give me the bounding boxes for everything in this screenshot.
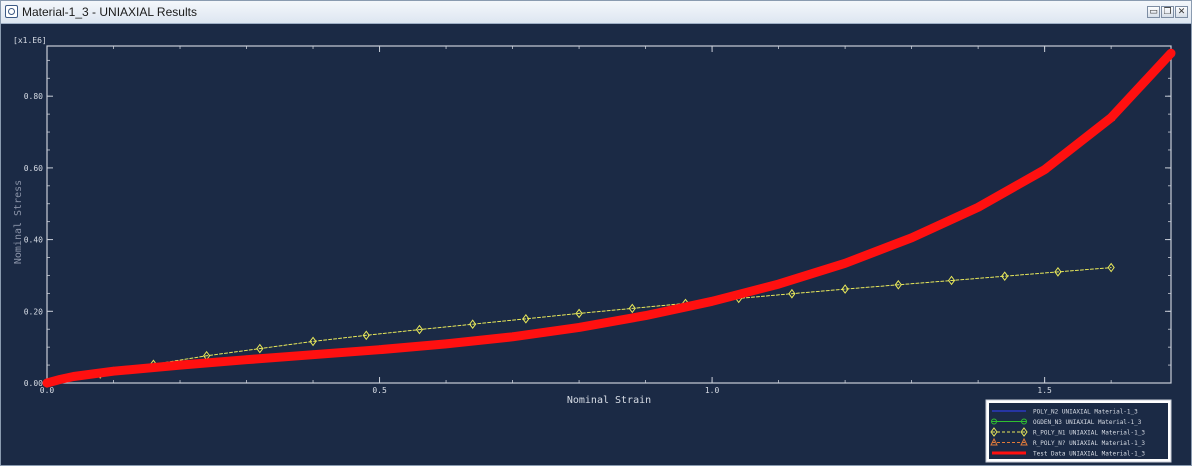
series-line-2 <box>46 52 1172 384</box>
y-tick-label: 0.40 <box>24 236 43 245</box>
y-tick-label: 0.80 <box>24 92 43 101</box>
series-line-4 <box>46 52 1172 384</box>
plot-frame <box>46 45 1172 384</box>
plot-border <box>46 45 1172 384</box>
axis-ticks: 0.0 0.5 1.0 1.50.000.200.400.600.80 <box>24 46 1171 395</box>
y-tick-label: 0.20 <box>24 307 43 316</box>
title-bar[interactable]: Material-1_3 - UNIAXIAL Results ▭ ❐ ✕ <box>1 1 1191 24</box>
x-tick-label: 1.5 <box>1037 386 1052 395</box>
plot-series <box>42 48 1176 388</box>
legend-entry-label: R_POLY_N1 UNIAXIAL Material-1_3 <box>1033 430 1145 437</box>
y-axis-label: Nominal Stress <box>13 180 24 264</box>
restore-button[interactable]: ❐ <box>1161 6 1174 18</box>
x-tick-label: 0.5 <box>372 386 387 395</box>
xy-plot[interactable]: 0.0 0.5 1.0 1.50.000.200.400.600.80 [x1.E6]… <box>1 24 1191 465</box>
results-window: Material-1_3 - UNIAXIAL Results ▭ ❐ ✕ 0.… <box>0 0 1192 466</box>
y-tick-label: 0.00 <box>24 379 43 388</box>
legend-entry-label: Test Data UNIAXIAL Material-1_3 <box>1033 451 1145 458</box>
minimize-button[interactable]: ▭ <box>1147 6 1160 18</box>
legend-entry-label: POLY_N2 UNIAXIAL Material-1_3 <box>1033 409 1138 416</box>
app-icon[interactable] <box>5 5 18 18</box>
y-tick-label: 0.60 <box>24 164 43 173</box>
legend[interactable]: POLY_N2 UNIAXIAL Material-1_3 OGDEN_N3 UN… <box>985 399 1172 463</box>
close-button[interactable]: ✕ <box>1175 6 1188 18</box>
y-multiplier-label: [x1.E6] <box>13 36 47 45</box>
legend-entry-label: R_POLY_N? UNIAXIAL Material-1_3 <box>1033 440 1145 447</box>
x-axis-label: Nominal Strain <box>567 395 651 406</box>
series-line-1 <box>46 52 1172 384</box>
legend-entry-label: OGDEN_N3 UNIAXIAL Material-1_3 <box>1033 419 1142 426</box>
series-line-5 <box>42 48 1176 388</box>
x-tick-label: 1.0 <box>705 386 720 395</box>
window-title: Material-1_3 - UNIAXIAL Results <box>22 5 197 19</box>
